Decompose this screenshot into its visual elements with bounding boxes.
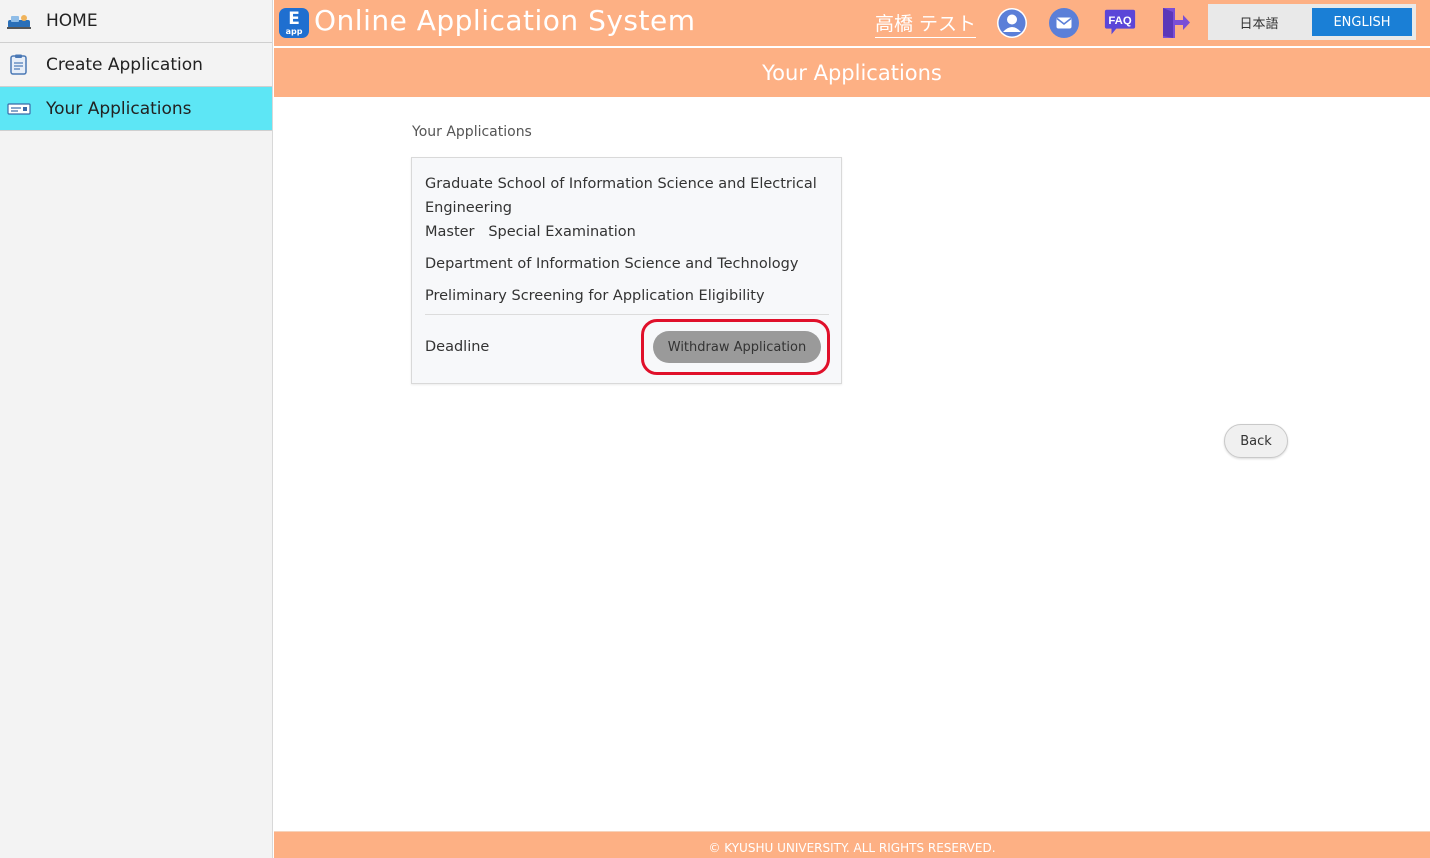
department-name: Department of Information Science and Te… bbox=[425, 256, 799, 272]
sidebar-item-your-applications[interactable]: Your Applications bbox=[0, 87, 272, 131]
top-header: E app Online Application System 高橋 テスト F… bbox=[274, 0, 1430, 47]
card-divider bbox=[425, 314, 829, 315]
sidebar: HOME Create Application Your Application… bbox=[0, 0, 273, 858]
school-name: Graduate School of Information Science a… bbox=[425, 176, 817, 216]
page-title-bar: Your Applications bbox=[274, 48, 1430, 97]
app-title: Online Application System bbox=[314, 4, 696, 37]
user-icon[interactable] bbox=[995, 6, 1029, 40]
home-icon bbox=[6, 10, 32, 32]
language-switcher: 日本語 ENGLISH bbox=[1208, 4, 1416, 40]
sidebar-item-label: HOME bbox=[46, 11, 98, 31]
screening-type: Preliminary Screening for Application El… bbox=[425, 288, 765, 304]
sidebar-item-create-application[interactable]: Create Application bbox=[0, 43, 272, 87]
application-card: Graduate School of Information Science a… bbox=[411, 157, 842, 384]
page-title: Your Applications bbox=[762, 61, 942, 85]
svg-text:FAQ: FAQ bbox=[1108, 15, 1131, 27]
sidebar-item-label: Your Applications bbox=[46, 98, 192, 119]
mail-icon[interactable] bbox=[1047, 6, 1081, 40]
sidebar-item-label: Create Application bbox=[46, 54, 203, 75]
create-application-icon bbox=[6, 54, 32, 76]
deadline-label: Deadline bbox=[425, 339, 490, 355]
user-name-link[interactable]: 高橋 テスト bbox=[875, 9, 977, 38]
section-heading: Your Applications bbox=[412, 124, 532, 140]
logout-icon[interactable] bbox=[1158, 6, 1192, 40]
withdraw-application-button[interactable]: Withdraw Application bbox=[653, 331, 821, 363]
english-language-button[interactable]: ENGLISH bbox=[1312, 8, 1412, 36]
faq-icon[interactable]: FAQ bbox=[1103, 6, 1137, 40]
sidebar-item-home[interactable]: HOME bbox=[0, 0, 272, 43]
footer: © KYUSHU UNIVERSITY. ALL RIGHTS RESERVED… bbox=[274, 831, 1430, 858]
your-applications-icon bbox=[6, 98, 32, 120]
app-logo: E app bbox=[279, 8, 309, 38]
back-button[interactable]: Back bbox=[1224, 424, 1288, 458]
course-type: Master Special Examination bbox=[425, 224, 636, 240]
japanese-language-button[interactable]: 日本語 bbox=[1214, 8, 1304, 36]
copyright-text: © KYUSHU UNIVERSITY. ALL RIGHTS RESERVED… bbox=[708, 841, 996, 855]
